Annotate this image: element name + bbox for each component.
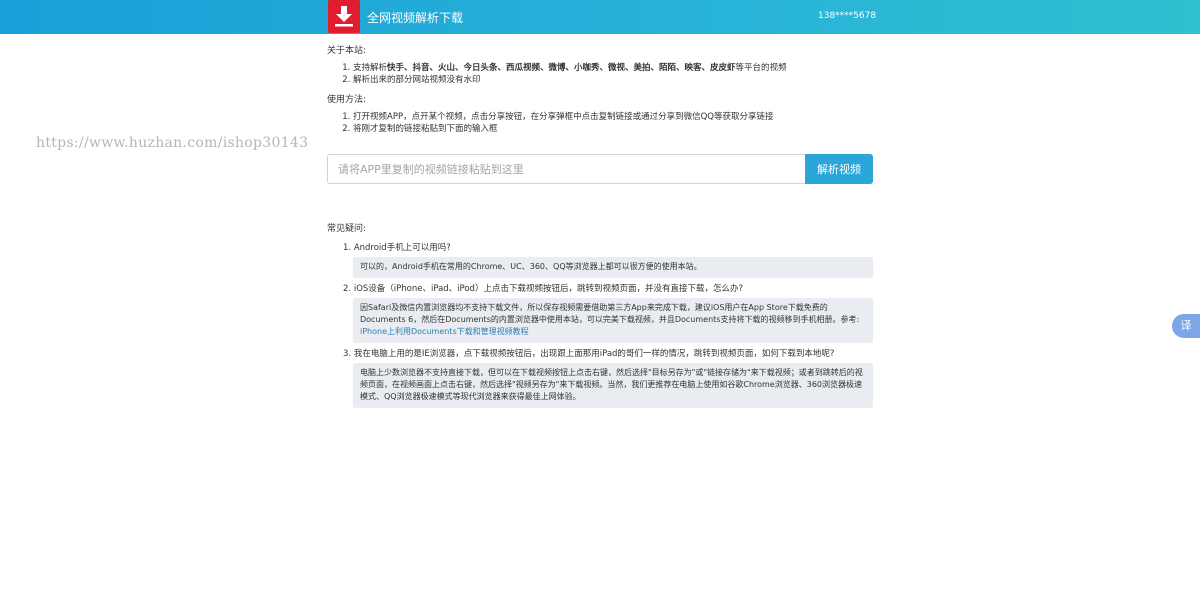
link-parse-form: 解析视频 [327,154,873,184]
faq-answer: 可以的，Android手机在常用的Chrome、UC、360、QQ等浏览器上都可… [353,257,873,277]
faq-answer: 电脑上少数浏览器不支持直接下载，但可以在下载视频按钮上点击右键，然后选择"目标另… [353,363,873,407]
documents-tutorial-link[interactable]: iPhone上利用Documents下载和管理视频教程 [360,327,529,336]
intro-section: 关于本站: 支持解析快手、抖音、火山、今日头条、西瓜视频、微博、小咖秀、微视、美… [327,44,873,135]
faq-item: 2. iOS设备（iPhone、iPad、iPod）上点击下载视频按钮后，跳转到… [343,283,873,342]
faq-question: 我在电脑上用的是IE浏览器，点下载视频按钮后，出现跟上面那用iPad的哥们一样的… [353,349,835,359]
usage-list: 打开视频APP，点开某个视频，点击分享按钮，在分享弹框中点击复制链接或通过分享到… [327,111,873,135]
faq-title: 常见疑问: [327,224,367,234]
faq-section: 常见疑问: 1. Android手机上可以用吗? 可以的，Android手机在常… [327,222,873,413]
faq-item: 1. Android手机上可以用吗? 可以的，Android手机在常用的Chro… [343,242,873,277]
usage-title: 使用方法: [327,95,367,105]
faq-question: iOS设备（iPhone、iPad、iPod）上点击下载视频按钮后，跳转到视频页… [353,284,743,294]
watermark-text: https://www.huzhan.com/ishop30143 [36,135,309,151]
top-header: 全网视频解析下载 138****5678 [0,0,1200,34]
about-title: 关于本站: [327,46,367,56]
list-item: 打开视频APP，点开某个视频，点击分享按钮，在分享弹框中点击复制链接或通过分享到… [353,111,873,123]
list-item: 支持解析快手、抖音、火山、今日头条、西瓜视频、微博、小咖秀、微视、美拍、陌陌、映… [353,62,873,74]
site-title[interactable]: 全网视频解析下载 [367,9,463,26]
list-item: 解析出来的部分网站视频没有水印 [353,74,873,86]
platform-list: 快手、抖音、火山、今日头条、西瓜视频、微博、小咖秀、微视、美拍、陌陌、映客、皮皮… [387,63,736,73]
faq-list: 1. Android手机上可以用吗? 可以的，Android手机在常用的Chro… [327,242,873,407]
parse-video-button[interactable]: 解析视频 [805,154,873,184]
faq-answer: 因Safari及微信内置浏览器均不支持下载文件，所以保存视频需要借助第三方App… [353,298,873,342]
faq-item: 3. 我在电脑上用的是IE浏览器，点下载视频按钮后，出现跟上面那用iPad的哥们… [343,348,873,407]
video-link-input[interactable] [327,154,805,184]
translate-icon[interactable]: 译 [1172,314,1200,338]
about-list: 支持解析快手、抖音、火山、今日头条、西瓜视频、微博、小咖秀、微视、美拍、陌陌、映… [327,62,873,86]
site-logo[interactable] [328,0,360,33]
download-icon [335,6,353,27]
faq-question: Android手机上可以用吗? [353,243,451,253]
user-phone[interactable]: 138****5678 [818,11,876,21]
list-item: 将刚才复制的链接粘贴到下面的输入框 [353,123,873,135]
